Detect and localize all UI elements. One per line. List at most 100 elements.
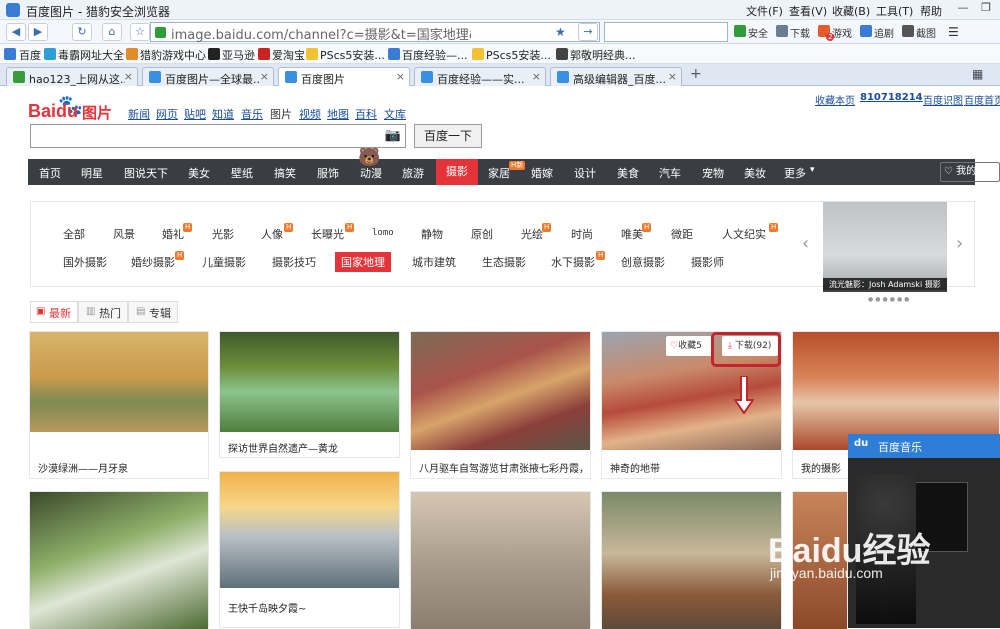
toolbar-security[interactable]: 安全 <box>748 25 768 40</box>
sub-creative[interactable]: 创意摄影 <box>621 254 665 270</box>
nav-web[interactable]: 网页 <box>156 106 178 122</box>
sub-original[interactable]: 原创 <box>471 226 493 242</box>
new-tab-plus-icon[interactable]: + <box>690 66 702 82</box>
cat-wallpaper[interactable]: 壁纸 <box>231 165 253 181</box>
minimize-icon[interactable]: — <box>952 1 974 18</box>
tab-editor[interactable]: 高级编辑器_百度... × <box>550 67 682 86</box>
sub-all[interactable]: 全部 <box>63 226 85 242</box>
photo-danxia[interactable] <box>411 332 590 450</box>
sub-documentary[interactable]: 人文纪实 <box>722 226 766 242</box>
chevron-left-icon[interactable]: ‹ <box>802 233 809 254</box>
tab-list-icon[interactable]: ▦ <box>972 67 983 81</box>
sort-album[interactable]: ▤ 专辑 <box>128 301 178 323</box>
close-icon[interactable]: × <box>668 70 677 83</box>
nav-music[interactable]: 音乐 <box>241 106 263 122</box>
photo-my-photography[interactable] <box>793 332 999 450</box>
photo-bird-flight[interactable] <box>411 492 590 629</box>
card-caption[interactable]: 沙漠绿洲——月牙泉 <box>38 460 208 475</box>
photo-desert-oasis[interactable] <box>30 332 208 432</box>
image-recognition-link[interactable]: 百度识图 <box>923 92 963 107</box>
nav-news[interactable]: 新闻 <box>128 106 150 122</box>
cat-photo-world[interactable]: 图说天下 <box>124 165 168 181</box>
sub-fashion[interactable]: 时尚 <box>571 226 593 242</box>
cat-makeup[interactable]: 美妆 <box>744 165 766 181</box>
search-input[interactable]: 📷 <box>30 124 406 148</box>
menu-grid-icon[interactable]: ☰ <box>948 25 959 39</box>
card-caption[interactable]: 探访世界自然遗产—黄龙 <box>228 440 398 455</box>
camera-icon[interactable]: 📷 <box>385 128 401 143</box>
sub-still-life[interactable]: 静物 <box>421 226 443 242</box>
cat-wedding[interactable]: 婚嫁 <box>531 165 553 181</box>
card-caption[interactable]: 神奇的地带 <box>610 460 780 475</box>
cat-design[interactable]: 设计 <box>574 165 596 181</box>
sub-scenery[interactable]: 风景 <box>113 226 135 242</box>
sub-wedding[interactable]: 婚礼 <box>162 226 184 242</box>
card-caption[interactable]: 八月驱车自驾游览甘肃张掖七彩丹霞，去... <box>419 460 589 475</box>
carousel-dots[interactable]: ●●●●●● <box>868 296 911 303</box>
address-bar[interactable]: image.baidu.com/channel?c=摄影&t=国家地理&s ★ … <box>150 22 600 43</box>
photo-terraces[interactable] <box>30 492 208 629</box>
close-icon[interactable]: × <box>260 70 269 83</box>
cat-home[interactable]: 首页 <box>39 165 61 181</box>
sub-natgeo[interactable]: 国家地理 <box>335 252 391 272</box>
photo-children[interactable] <box>602 492 781 629</box>
tab-hao123[interactable]: hao123_上网从这... × <box>6 67 138 86</box>
image-card[interactable]: 沙漠绿洲——月牙泉 <box>29 331 209 479</box>
sub-lomo[interactable]: lomo <box>372 228 394 238</box>
bookmark-ps1[interactable]: PScs5安装... <box>320 47 385 63</box>
cat-beauty[interactable]: 美女 <box>188 165 210 181</box>
close-icon[interactable]: × <box>532 70 541 83</box>
favorite-star-icon[interactable]: ☆ <box>130 23 150 41</box>
cat-photography[interactable]: 摄影 <box>436 159 478 185</box>
sub-ecology[interactable]: 生态摄影 <box>482 254 526 270</box>
sub-aesthetic[interactable]: 唯美 <box>621 226 643 242</box>
bookmark-duba[interactable]: 毒霸网址大全 <box>58 47 124 63</box>
tab-baidu-images-global[interactable]: 百度图片—全球最... × <box>142 67 274 86</box>
cat-funny[interactable]: 搞笑 <box>274 165 296 181</box>
menu-tools[interactable]: 工具(T) <box>876 3 913 19</box>
sub-tips[interactable]: 摄影技巧 <box>272 254 316 270</box>
sub-light-painting[interactable]: 光绘 <box>521 226 543 242</box>
menu-file[interactable]: 文件(F) <box>746 3 783 19</box>
bookmark-baidu[interactable]: 百度 <box>19 47 41 63</box>
restore-icon[interactable]: ❐ <box>975 1 997 18</box>
bookmark-amazon[interactable]: 亚马逊 <box>222 47 255 63</box>
cat-home-decor[interactable]: 家居 <box>488 165 510 181</box>
nav-zhidao[interactable]: 知道 <box>212 106 234 122</box>
card-caption[interactable]: 王快千岛映夕霞~ <box>228 600 398 615</box>
close-icon[interactable]: × <box>124 70 133 83</box>
tab-baidu-jingyan[interactable]: 百度经验——实... × <box>414 67 546 86</box>
toolbar-drama[interactable]: 追剧 <box>874 25 894 40</box>
cat-cars[interactable]: 汽车 <box>659 165 681 181</box>
baidu-home-link[interactable]: 百度首页 <box>964 92 1000 107</box>
cat-more[interactable]: 更多 <box>784 165 806 181</box>
bookmark-ps3[interactable]: PScs5安装... <box>486 47 551 63</box>
toolbar-game[interactable]: 游戏 <box>832 25 852 40</box>
featured-carousel-image[interactable] <box>823 202 947 290</box>
cat-clothing[interactable]: 服饰 <box>317 165 339 181</box>
sub-wedding-photo[interactable]: 婚纱摄影 <box>131 254 175 270</box>
menu-view[interactable]: 查看(V) <box>789 3 827 19</box>
user-account-link[interactable]: 810718214 <box>860 92 923 103</box>
sub-photographer[interactable]: 摄影师 <box>691 254 724 270</box>
cat-stars[interactable]: 明星 <box>81 165 103 181</box>
baidu-images-logo[interactable]: Bai 🐾 du 图片 <box>28 93 118 123</box>
nav-video[interactable]: 视频 <box>299 106 321 122</box>
image-card[interactable]: 八月驱车自驾游览甘肃张掖七彩丹霞，去... <box>410 331 591 479</box>
nav-map[interactable]: 地图 <box>327 106 349 122</box>
photo-huanglong[interactable] <box>220 332 399 432</box>
bookmark-taobao[interactable]: 爱淘宝 <box>272 47 305 63</box>
image-card[interactable] <box>601 491 782 629</box>
sub-light[interactable]: 光影 <box>212 226 234 242</box>
tab-baidu-images[interactable]: 百度图片 × <box>278 67 410 86</box>
my-pictures-button[interactable]: ♡ 我的图片 <box>940 162 1000 182</box>
cat-travel[interactable]: 旅游 <box>402 165 424 181</box>
bookmark-page-link[interactable]: 收藏本页 <box>815 92 855 107</box>
star-icon[interactable]: ★ <box>555 25 566 39</box>
sub-underwater[interactable]: 水下摄影 <box>551 254 595 270</box>
back-icon[interactable]: ◀ <box>6 23 26 41</box>
sub-long-exposure[interactable]: 长曝光 <box>311 226 344 242</box>
image-card[interactable] <box>29 491 209 629</box>
image-card[interactable] <box>410 491 591 629</box>
browser-search-input[interactable] <box>604 22 728 42</box>
